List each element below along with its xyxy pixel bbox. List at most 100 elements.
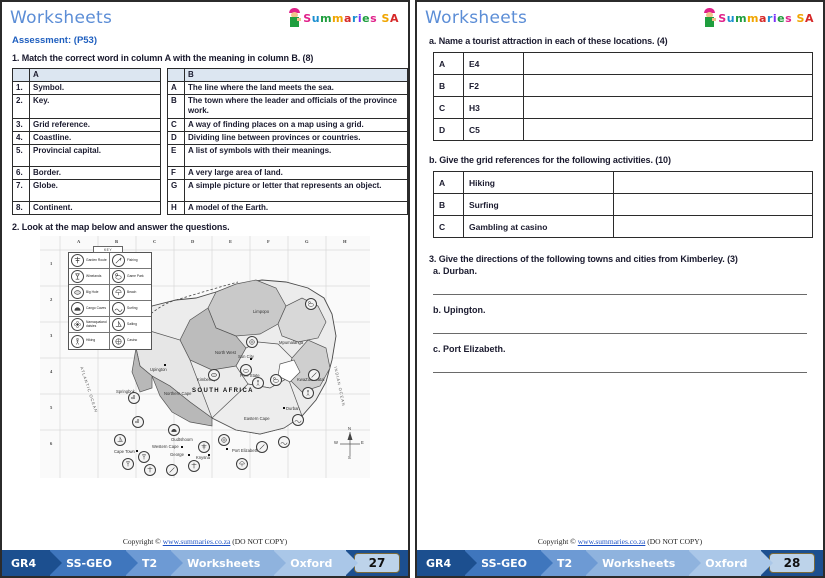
legend-row: Hiking Casino — [69, 333, 151, 349]
province-northern-cape: Northern Cape — [164, 391, 192, 396]
breadcrumb-worksheets[interactable]: Worksheets — [171, 550, 287, 576]
row-activity: Surfing — [463, 193, 614, 216]
surf-wave-icon — [112, 302, 125, 315]
answer-cell[interactable] — [613, 215, 813, 238]
poi-marker — [252, 377, 264, 389]
row-num: 1. — [12, 81, 30, 95]
country-label: SOUTH AFRICA — [192, 388, 254, 394]
province-eastern-cape: Eastern Cape — [244, 416, 270, 421]
mascot-icon — [288, 8, 302, 28]
page-right: Worksheets Summaries SA a. Name a touris… — [415, 0, 825, 578]
worksheet-spread: Worksheets Summaries SA Assessment: (P53… — [0, 0, 825, 578]
poi-marker — [302, 387, 314, 399]
table-row: FA very large area of land. — [167, 166, 408, 180]
page-number-right: 28 — [769, 553, 815, 573]
answer-cell[interactable] — [523, 118, 813, 141]
answer-line-b[interactable] — [433, 333, 807, 334]
table-row: 4. Coastline. — [12, 131, 161, 145]
poi-marker — [270, 374, 282, 386]
table-row: 1. Symbol. — [12, 81, 161, 95]
compass-north: N — [348, 426, 352, 431]
answer-line-c[interactable] — [433, 372, 807, 373]
table-row: B The town where the leader and officials… — [167, 94, 408, 119]
table-row: 7. Globe. — [12, 179, 161, 202]
legend-item: Game Park — [110, 269, 151, 284]
answer-cell[interactable] — [523, 52, 813, 75]
grid-col-e: E — [229, 239, 233, 244]
row-letter: B — [433, 193, 464, 216]
province-limpopo: Limpopo — [253, 309, 270, 314]
breadcrumb-worksheets[interactable]: Worksheets — [586, 550, 702, 576]
answer-cell[interactable] — [523, 74, 813, 97]
page-number-left: 27 — [354, 553, 400, 573]
row-num: 2. — [12, 94, 30, 119]
breadcrumb-gr4[interactable]: GR4 — [2, 550, 63, 576]
grid-col-a: A — [77, 239, 81, 244]
footer-right: GR4 SS-GEO T2 Worksheets Oxford 28 — [417, 550, 823, 576]
legend-label: Game Park — [127, 273, 144, 278]
casino-chip-icon — [112, 334, 125, 348]
table-row: 3. Grid reference. — [12, 118, 161, 132]
legend-item: Namaqualand daisies — [69, 317, 110, 332]
answer-cell[interactable] — [613, 171, 813, 194]
hiker-icon — [71, 334, 84, 348]
breadcrumb-gr4[interactable]: GR4 — [417, 550, 478, 576]
province-north-west: North West — [215, 350, 236, 355]
city-durban: Durban — [286, 406, 300, 411]
row-num: 5. — [12, 144, 30, 167]
table-row: CA way of finding places on a map using … — [167, 118, 408, 132]
row-num: 8. — [12, 201, 30, 215]
map-legend: KEY Garden Route Fishing Winelands Game … — [68, 246, 152, 350]
sailboat-icon — [112, 318, 125, 331]
south-africa-map: A B C D E F G H 1 2 3 4 5 6 KEY Garden R… — [40, 236, 370, 478]
poi-marker — [256, 441, 268, 453]
table-row: A E4 — [433, 52, 813, 75]
row-label: A list of symbols with their meanings. — [184, 144, 408, 167]
row-num: E — [167, 144, 185, 167]
table-header-row: A — [12, 68, 161, 82]
copyright-left: Copyright © www.summaries.co.za (DO NOT … — [2, 537, 408, 546]
row-ref: H3 — [463, 96, 524, 119]
row-num: A — [167, 81, 185, 95]
row-num: 3. — [12, 118, 30, 132]
row-num: 4. — [12, 131, 30, 145]
tourist-attraction-table: A E4 B F2 C H3 D C5 — [433, 52, 813, 141]
grid-row-6: 6 — [50, 441, 53, 446]
question-3a: a. Durban. — [433, 266, 478, 276]
answer-cell[interactable] — [613, 193, 813, 216]
copyright-link[interactable]: www.summaries.co.za — [163, 537, 231, 546]
compass-west: W — [334, 440, 338, 445]
row-num: H — [167, 201, 185, 215]
compass-south: S — [348, 455, 351, 460]
grid-col-g: G — [305, 239, 309, 244]
poi-marker — [138, 451, 150, 463]
breadcrumb: GR4 SS-GEO T2 Worksheets Oxford — [417, 550, 774, 576]
legend-item: Beach — [110, 285, 151, 300]
row-label: Continent. — [29, 201, 161, 215]
legend-label: Sailing — [127, 321, 137, 326]
poi-marker — [166, 464, 178, 476]
left-header: Worksheets Summaries SA — [10, 8, 400, 32]
row-num: C — [167, 118, 185, 132]
row-num: D — [167, 131, 185, 145]
row-label: A way of finding places on a map using a… — [184, 118, 408, 132]
answer-cell[interactable] — [523, 96, 813, 119]
province-mpumalanga: Mpumalanga — [279, 340, 304, 345]
city-dot — [283, 407, 286, 410]
umbrella-icon — [112, 286, 125, 299]
answer-line-a[interactable] — [433, 294, 807, 295]
legend-row: Winelands Game Park — [69, 269, 151, 285]
row-ref: C5 — [463, 118, 524, 141]
legend-label: Big Hole — [86, 289, 99, 294]
table-row: D Dividing line between provinces or coun… — [167, 131, 408, 145]
poi-marker — [305, 298, 317, 310]
copyright-link[interactable]: www.summaries.co.za — [578, 537, 646, 546]
row-label: Key. — [29, 94, 161, 119]
grid-row-3: 3 — [50, 333, 53, 338]
legend-label: Winelands — [86, 273, 102, 278]
copyright-prefix: Copyright © — [122, 537, 163, 546]
grid-col-f: F — [267, 239, 270, 244]
table-row: 6. Border. — [12, 166, 161, 180]
legend-label: Fishing — [127, 257, 138, 262]
legend-label: Beach — [127, 289, 137, 294]
